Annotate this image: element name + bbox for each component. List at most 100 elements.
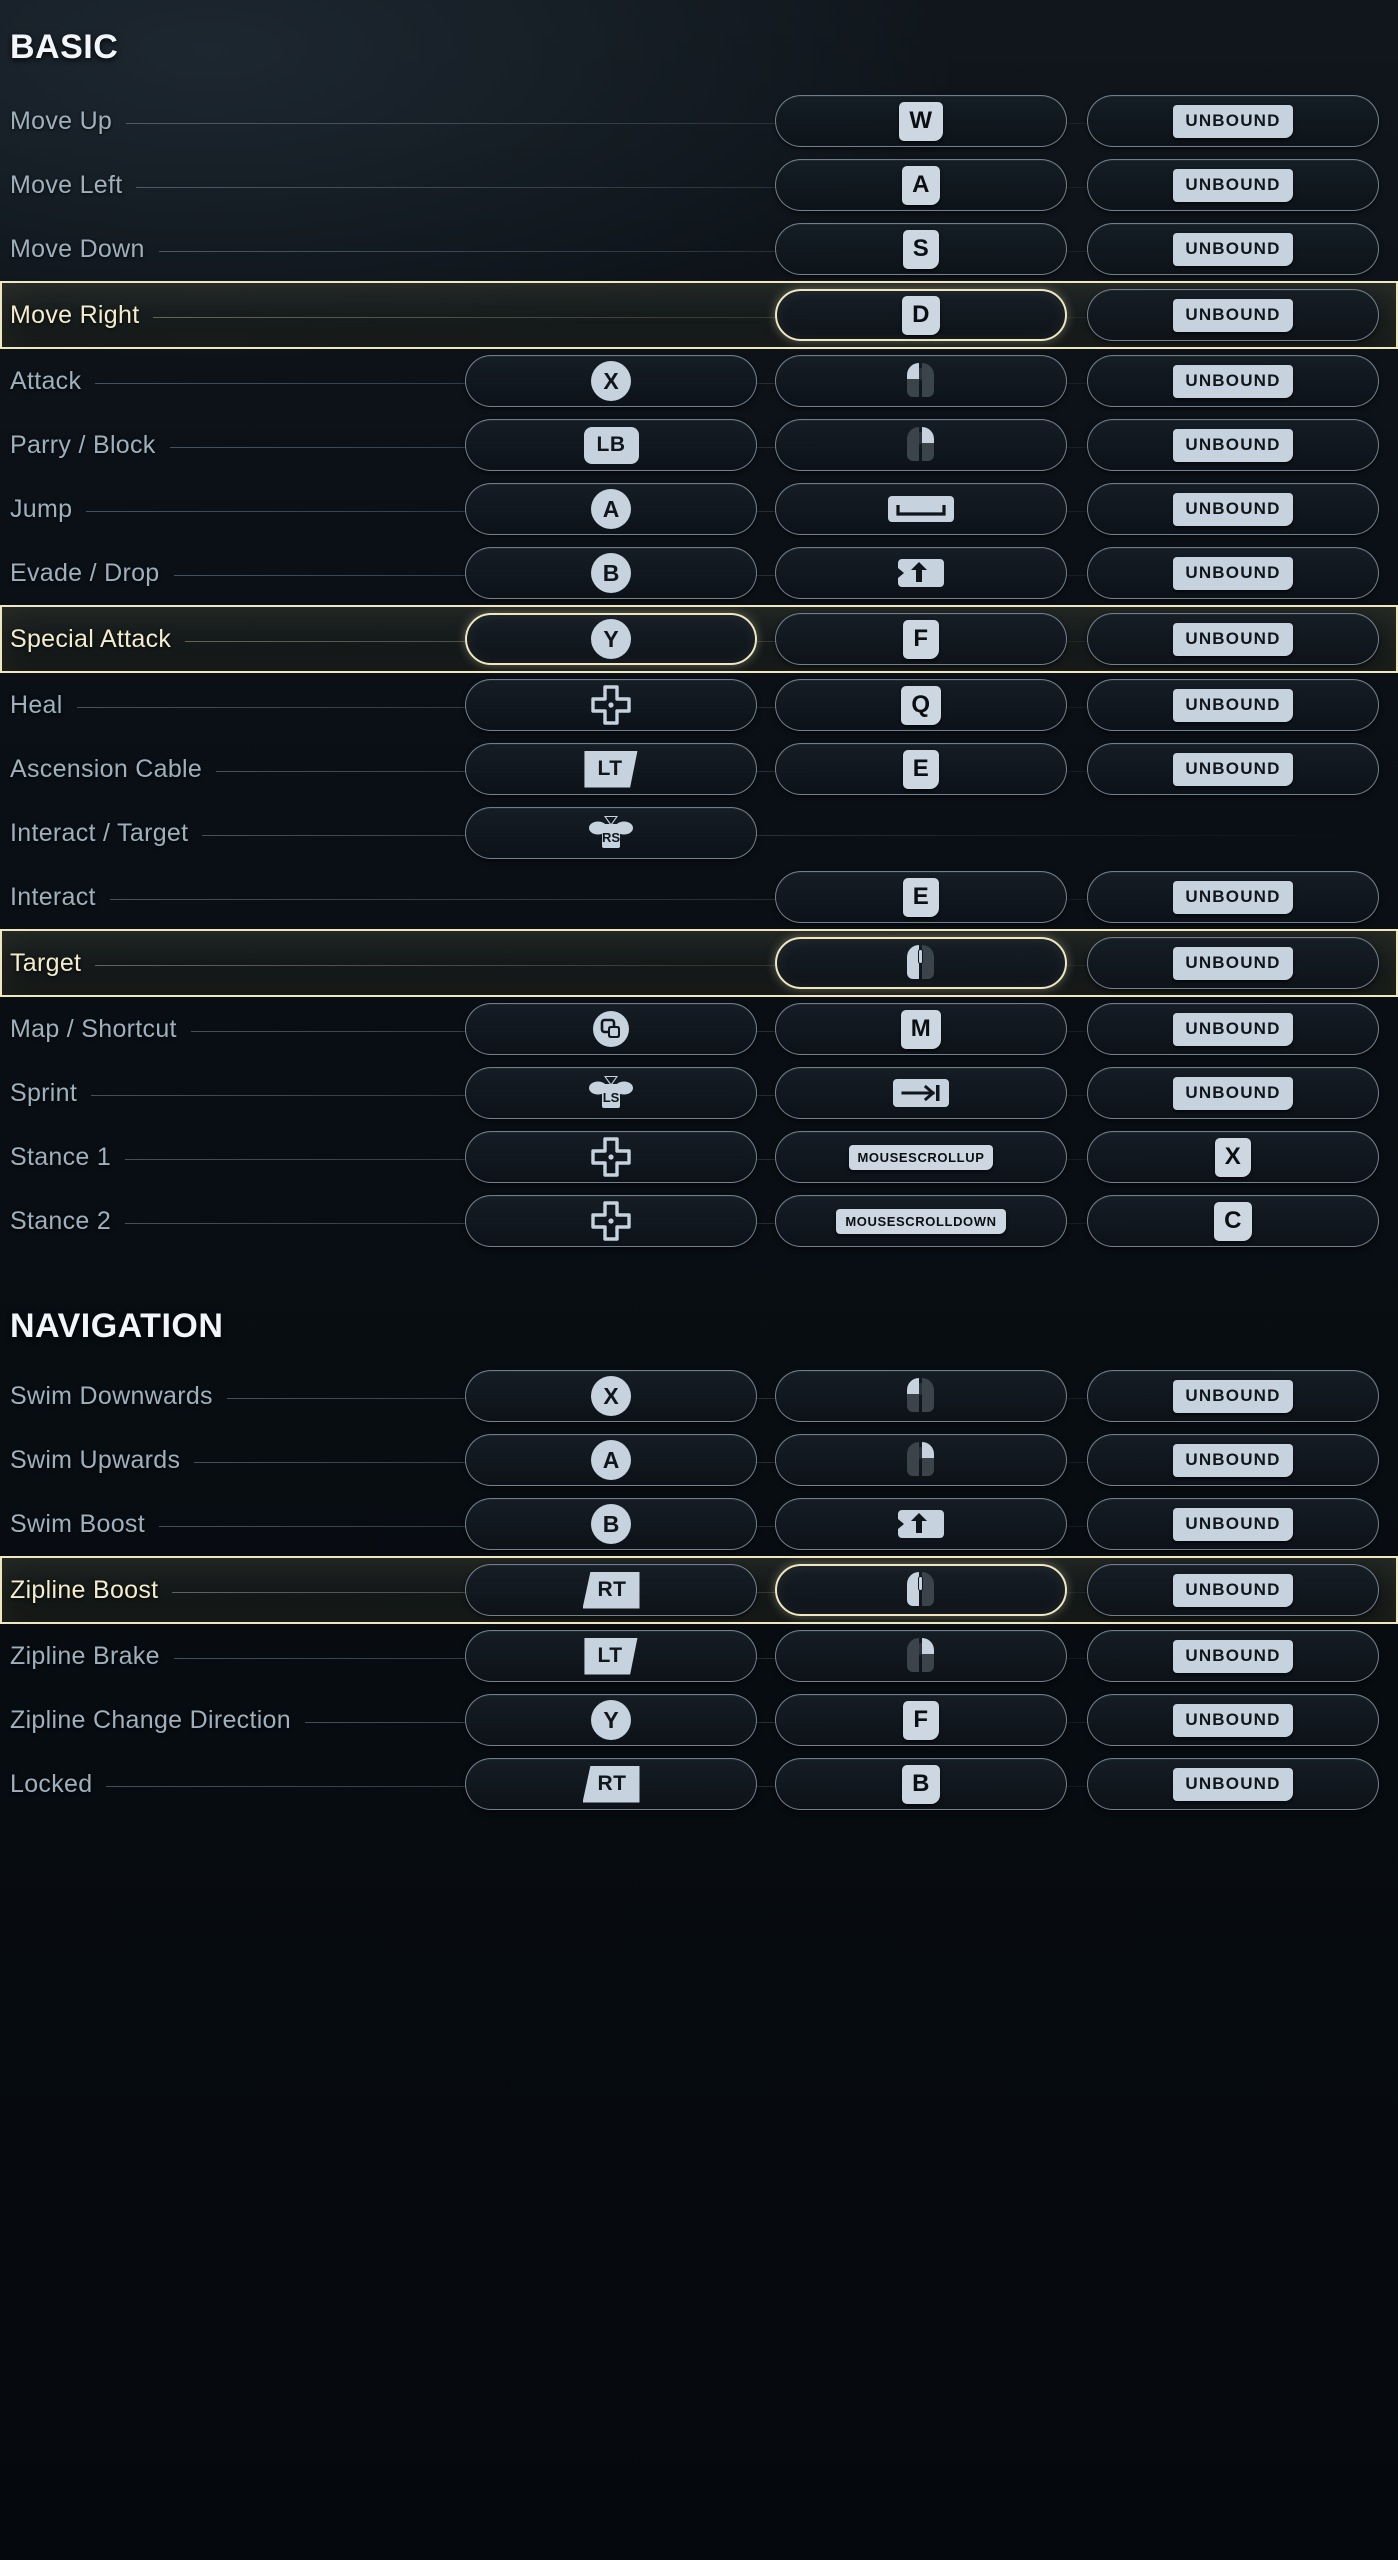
icon-binding[interactable] <box>775 937 1067 989</box>
gamepad-binding[interactable]: LB <box>465 419 757 471</box>
binding-slots: Y F UNBOUND <box>0 1688 1398 1752</box>
keycap: F <box>903 619 939 659</box>
keyboard-binding[interactable]: E <box>775 871 1067 923</box>
icon-binding[interactable]: RS <box>465 807 757 859</box>
unbound-binding[interactable]: UNBOUND <box>1087 419 1379 471</box>
icon-binding[interactable] <box>465 1195 757 1247</box>
keybind-row[interactable]: Heal Q UNBOUND <box>0 673 1398 737</box>
unbound-binding[interactable]: UNBOUND <box>1087 95 1379 147</box>
keyboard-binding[interactable]: S <box>775 223 1067 275</box>
keybind-row[interactable]: Interact / Target RS <box>0 801 1398 865</box>
gamepad-binding[interactable]: X <box>465 1370 757 1422</box>
icon-binding[interactable] <box>775 1564 1067 1616</box>
keybind-row[interactable]: Special Attack Y F UNBOUND <box>0 605 1398 673</box>
unbound-binding[interactable]: UNBOUND <box>1087 1434 1379 1486</box>
icon-binding[interactable] <box>775 1630 1067 1682</box>
keybind-row[interactable]: Locked RT B UNBOUND <box>0 1752 1398 1816</box>
keybind-row[interactable]: Target UNBOUND <box>0 929 1398 997</box>
unbound-chip: UNBOUND <box>1173 622 1293 656</box>
unbound-binding[interactable]: UNBOUND <box>1087 483 1379 535</box>
keybind-row[interactable]: Move Right D UNBOUND <box>0 281 1398 349</box>
keybind-row[interactable]: Swim Downwards X UNBOUND <box>0 1364 1398 1428</box>
keybind-row[interactable]: Zipline Brake LT UNBOUND <box>0 1624 1398 1688</box>
unbound-binding[interactable]: UNBOUND <box>1087 1003 1379 1055</box>
gamepad-binding[interactable]: RT <box>465 1758 757 1810</box>
keybind-row[interactable]: Move Left A UNBOUND <box>0 153 1398 217</box>
gamepad-binding[interactable]: LT <box>465 743 757 795</box>
icon-binding[interactable] <box>465 1003 757 1055</box>
gamepad-binding[interactable]: B <box>465 547 757 599</box>
keyboard-binding[interactable]: B <box>775 1758 1067 1810</box>
unbound-binding[interactable]: UNBOUND <box>1087 679 1379 731</box>
icon-binding[interactable]: LS <box>465 1067 757 1119</box>
unbound-chip: UNBOUND <box>1173 1639 1293 1673</box>
icon-binding[interactable] <box>775 1067 1067 1119</box>
icon-binding[interactable] <box>775 1370 1067 1422</box>
keyboard-binding[interactable]: E <box>775 743 1067 795</box>
keybind-row[interactable]: Stance 2 MOUSESCROLLDOWN C <box>0 1189 1398 1253</box>
keyboard-binding[interactable]: C <box>1087 1195 1379 1247</box>
keybind-row[interactable]: Jump A UNBOUND <box>0 477 1398 541</box>
unbound-binding[interactable]: UNBOUND <box>1087 159 1379 211</box>
gamepad-binding[interactable]: B <box>465 1498 757 1550</box>
unbound-binding[interactable]: UNBOUND <box>1087 743 1379 795</box>
unbound-binding[interactable]: UNBOUND <box>1087 1694 1379 1746</box>
gamepad-binding[interactable]: A <box>465 1434 757 1486</box>
keybind-row[interactable]: Evade / Drop B UNBOUND <box>0 541 1398 605</box>
gamepad-binding[interactable]: Y <box>465 1694 757 1746</box>
keyboard-binding[interactable]: M <box>775 1003 1067 1055</box>
unbound-binding[interactable]: UNBOUND <box>1087 1370 1379 1422</box>
gamepad-binding[interactable]: LT <box>465 1630 757 1682</box>
keybind-row[interactable]: Move Up W UNBOUND <box>0 89 1398 153</box>
keybind-row[interactable]: Swim Boost B UNBOUND <box>0 1492 1398 1556</box>
icon-binding[interactable] <box>775 1498 1067 1550</box>
keyboard-binding[interactable]: A <box>775 159 1067 211</box>
keyboard-binding[interactable]: F <box>775 613 1067 665</box>
unbound-binding[interactable]: UNBOUND <box>1087 937 1379 989</box>
unbound-chip: UNBOUND <box>1173 688 1293 722</box>
keybind-row[interactable]: Swim Upwards A UNBOUND <box>0 1428 1398 1492</box>
keyboard-binding[interactable]: W <box>775 95 1067 147</box>
unbound-chip: UNBOUND <box>1173 556 1293 590</box>
gamepad-binding[interactable]: RT <box>465 1564 757 1616</box>
keybind-row[interactable]: Interact E UNBOUND <box>0 865 1398 929</box>
keybind-row[interactable]: Stance 1 MOUSESCROLLUP X <box>0 1125 1398 1189</box>
gamepad-binding[interactable]: X <box>465 355 757 407</box>
keyboard-binding[interactable]: Q <box>775 679 1067 731</box>
unbound-binding[interactable]: UNBOUND <box>1087 1067 1379 1119</box>
unbound-binding[interactable]: UNBOUND <box>1087 1630 1379 1682</box>
keyboard-binding[interactable]: D <box>775 289 1067 341</box>
keybind-row[interactable]: Ascension Cable LT E UNBOUND <box>0 737 1398 801</box>
icon-binding[interactable] <box>775 547 1067 599</box>
keybind-row[interactable]: Sprint LS UNBOUND <box>0 1061 1398 1125</box>
icon-binding[interactable] <box>775 355 1067 407</box>
icon-binding[interactable] <box>775 483 1067 535</box>
unbound-binding[interactable]: UNBOUND <box>1087 1498 1379 1550</box>
keycap: C <box>1214 1201 1252 1241</box>
unbound-binding[interactable]: UNBOUND <box>1087 1758 1379 1810</box>
binding-slots: Q UNBOUND <box>0 673 1398 737</box>
gamepad-binding[interactable]: Y <box>465 613 757 665</box>
unbound-binding[interactable]: UNBOUND <box>1087 223 1379 275</box>
icon-binding[interactable] <box>465 679 757 731</box>
icon-binding[interactable] <box>775 419 1067 471</box>
keybind-row[interactable]: Zipline Change Direction Y F UNBOUND <box>0 1688 1398 1752</box>
keyboard-binding[interactable]: F <box>775 1694 1067 1746</box>
keybind-row[interactable]: Map / Shortcut M UNBOUND <box>0 997 1398 1061</box>
unbound-binding[interactable]: UNBOUND <box>1087 289 1379 341</box>
keyboard-binding[interactable]: MOUSESCROLLDOWN <box>775 1195 1067 1247</box>
icon-binding[interactable] <box>775 1434 1067 1486</box>
keybind-row[interactable]: Zipline Boost RT UNBOUND <box>0 1556 1398 1624</box>
unbound-binding[interactable]: UNBOUND <box>1087 613 1379 665</box>
keybind-row[interactable]: Move Down S UNBOUND <box>0 217 1398 281</box>
unbound-binding[interactable]: UNBOUND <box>1087 871 1379 923</box>
keyboard-binding[interactable]: MOUSESCROLLUP <box>775 1131 1067 1183</box>
keyboard-binding[interactable]: X <box>1087 1131 1379 1183</box>
unbound-binding[interactable]: UNBOUND <box>1087 547 1379 599</box>
unbound-binding[interactable]: UNBOUND <box>1087 355 1379 407</box>
unbound-binding[interactable]: UNBOUND <box>1087 1564 1379 1616</box>
keybind-row[interactable]: Attack X UNBOUND <box>0 349 1398 413</box>
gamepad-binding[interactable]: A <box>465 483 757 535</box>
icon-binding[interactable] <box>465 1131 757 1183</box>
keybind-row[interactable]: Parry / Block LB UNBOUND <box>0 413 1398 477</box>
